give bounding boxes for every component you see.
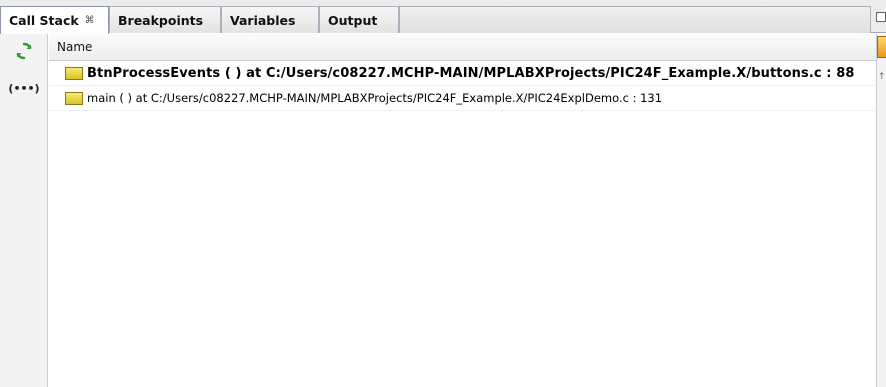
tab-call-stack-label: Call Stack: [9, 13, 79, 28]
stack-frame-icon: [65, 66, 83, 80]
scroll-up-arrow-icon[interactable]: ↑: [878, 72, 886, 82]
stack-frame-label: BtnProcessEvents ( ) at C:/Users/c08227.…: [87, 65, 855, 81]
tab-strip-filler: [399, 6, 871, 33]
table-row[interactable]: BtnProcessEvents ( ) at C:/Users/c08227.…: [49, 61, 876, 86]
tab-breakpoints[interactable]: Breakpoints: [109, 6, 221, 33]
tab-output-label: Output: [328, 12, 378, 28]
call-stack-table: Name BtnProcessEvents ( ) at C:/Users/c0…: [49, 34, 876, 387]
left-toolbar: (•••): [0, 34, 48, 387]
tab-variables-label: Variables: [230, 12, 296, 28]
tab-output[interactable]: Output: [319, 6, 399, 33]
vertical-scrollbar[interactable]: ↑: [876, 34, 886, 387]
column-header-name[interactable]: Name: [49, 34, 876, 61]
tab-bar: Call Stack ⌘ Breakpoints Variables Outpu…: [0, 0, 886, 34]
minimize-window-icon[interactable]: [876, 12, 886, 22]
column-settings-icon[interactable]: [877, 36, 886, 58]
tab-variables[interactable]: Variables: [221, 6, 319, 33]
tab-breakpoints-label: Breakpoints: [118, 12, 204, 28]
format-value-icon[interactable]: (•••): [8, 77, 39, 99]
tab-call-stack[interactable]: Call Stack ⌘: [0, 6, 109, 34]
table-row[interactable]: main ( ) at C:/Users/c08227.MCHP-MAIN/MP…: [49, 86, 876, 111]
close-icon[interactable]: ⌘: [85, 15, 95, 26]
refresh-icon[interactable]: [13, 40, 35, 62]
stack-frame-label: main ( ) at C:/Users/c08227.MCHP-MAIN/MP…: [87, 91, 663, 105]
stack-frame-icon: [65, 91, 83, 105]
